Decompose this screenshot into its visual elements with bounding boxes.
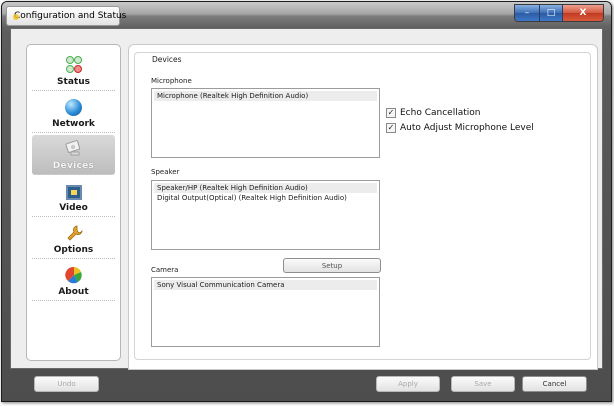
sidebar-item-label: About xyxy=(58,287,89,297)
globe-icon xyxy=(65,99,82,116)
title-bar[interactable]: Configuration and Status – □ X xyxy=(2,2,611,28)
video-icon xyxy=(65,185,82,200)
sidebar-item-video[interactable]: Video xyxy=(32,177,115,217)
checkbox-box[interactable]: ✓ xyxy=(386,108,396,118)
sidebar-item-label: Options xyxy=(53,245,94,255)
window-client-area: Status Network Devices Video Options Abo… xyxy=(10,28,603,370)
devices-group: Devices Microphone Microphone (Realtek H… xyxy=(134,52,591,360)
status-lights-icon xyxy=(64,56,84,74)
window-controls: – □ X xyxy=(514,4,604,22)
sidebar-item-label: Network xyxy=(52,119,95,129)
undo-button[interactable]: Undo xyxy=(34,376,99,392)
close-button[interactable]: X xyxy=(563,5,603,21)
checkbox-label: Echo Cancellation xyxy=(400,108,481,118)
sidebar-item-label: Status xyxy=(57,77,90,87)
apply-button[interactable]: Apply xyxy=(376,376,440,392)
devices-panel: Devices Microphone Microphone (Realtek H… xyxy=(128,44,598,370)
checkbox-box[interactable]: ✓ xyxy=(386,123,396,133)
sidebar: Status Network Devices Video Options Abo… xyxy=(26,44,121,361)
microphone-list[interactable]: Microphone (Realtek High Definition Audi… xyxy=(151,88,380,158)
group-title: Devices xyxy=(149,55,185,64)
sidebar-item-options[interactable]: Options xyxy=(32,219,115,259)
list-item[interactable]: Digital Output(Optical) (Realtek High De… xyxy=(154,193,377,203)
wrench-icon xyxy=(66,225,83,241)
save-button[interactable]: Save xyxy=(451,376,515,392)
sidebar-item-network[interactable]: Network xyxy=(32,93,115,133)
about-icon xyxy=(64,266,82,284)
footer-bar: Undo Apply Save Cancel xyxy=(2,368,611,401)
checkbox-label: Auto Adjust Microphone Level xyxy=(400,123,534,133)
cancel-button[interactable]: Cancel xyxy=(522,376,587,392)
window-title: Configuration and Status xyxy=(14,11,127,21)
sidebar-item-devices[interactable]: Devices xyxy=(32,135,115,175)
camera-setup-button[interactable]: Setup xyxy=(283,258,381,273)
sidebar-item-about[interactable]: About xyxy=(32,261,115,301)
app-window: Configuration and Status – □ X Status Ne… xyxy=(1,1,612,402)
auto-adjust-mic-checkbox[interactable]: ✓ Auto Adjust Microphone Level xyxy=(386,123,534,133)
camera-label: Camera xyxy=(151,266,179,274)
list-item[interactable]: Sony Visual Communication Camera xyxy=(154,280,377,290)
sidebar-item-status[interactable]: Status xyxy=(32,51,115,91)
list-item[interactable]: Speaker/HP (Realtek High Definition Audi… xyxy=(154,183,377,193)
speaker-label: Speaker xyxy=(151,168,180,176)
microphone-label: Microphone xyxy=(151,77,192,85)
devices-icon xyxy=(65,140,80,156)
minimize-button[interactable]: – xyxy=(515,5,540,21)
echo-cancellation-checkbox[interactable]: ✓ Echo Cancellation xyxy=(386,108,480,118)
title-area: Configuration and Status xyxy=(6,6,126,26)
sidebar-item-label: Devices xyxy=(52,161,95,171)
camera-list[interactable]: Sony Visual Communication Camera xyxy=(151,277,380,347)
list-item[interactable]: Microphone (Realtek High Definition Audi… xyxy=(154,91,377,101)
sidebar-item-label: Video xyxy=(59,203,88,213)
speaker-list[interactable]: Speaker/HP (Realtek High Definition Audi… xyxy=(151,180,380,250)
maximize-button[interactable]: □ xyxy=(540,5,563,21)
